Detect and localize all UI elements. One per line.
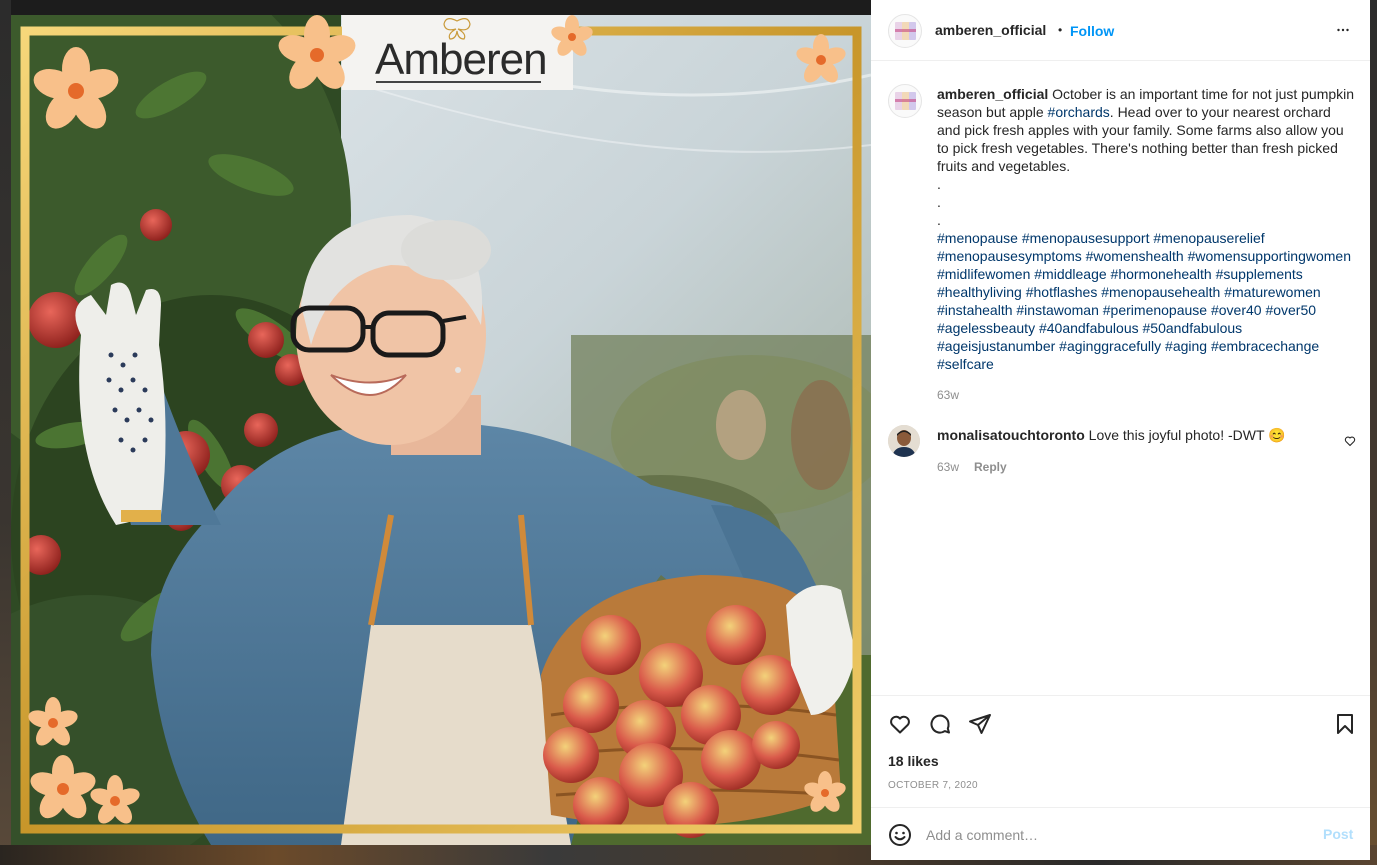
- header-separator: •: [1058, 23, 1063, 37]
- caption-hashtag-link[interactable]: #orchards: [1048, 104, 1110, 120]
- caption-timestamp[interactable]: 63w: [937, 388, 959, 402]
- post-date[interactable]: OCTOBER 7, 2020: [888, 780, 978, 791]
- comment-timestamp[interactable]: 63w: [937, 460, 959, 474]
- follow-button[interactable]: Follow: [1070, 23, 1114, 39]
- add-comment-bar: Post: [871, 807, 1370, 861]
- brand-logo: Amberen: [342, 15, 573, 90]
- commenter-avatar[interactable]: [888, 425, 920, 457]
- logo-underline: [376, 81, 541, 83]
- post-actions: 18 likes OCTOBER 7, 2020: [871, 695, 1370, 808]
- comment-body: Love this joyful photo! -DWT 😊: [1084, 427, 1286, 443]
- comment-icon[interactable]: [928, 712, 952, 736]
- header-username[interactable]: amberen_official: [935, 22, 1046, 38]
- share-icon[interactable]: [968, 712, 992, 736]
- caption-avatar[interactable]: [888, 84, 922, 118]
- comment-username[interactable]: monalisatouchtoronto: [937, 427, 1085, 443]
- avatar[interactable]: [888, 14, 922, 48]
- post-comment-button[interactable]: Post: [1323, 826, 1353, 842]
- likes-count[interactable]: 18 likes: [888, 753, 939, 769]
- backdrop-right: [1370, 0, 1377, 865]
- heart-icon[interactable]: [888, 712, 912, 736]
- comment: monalisatouchtoronto Love this joyful ph…: [937, 427, 1286, 444]
- caption-hashtags[interactable]: #menopause #menopausesupport #menopauser…: [937, 229, 1357, 373]
- comment-like-heart-icon[interactable]: [1344, 435, 1356, 447]
- more-horizontal-icon[interactable]: [1334, 21, 1352, 39]
- post-caption: amberen_official October is an important…: [937, 85, 1357, 373]
- emoji-icon[interactable]: [888, 823, 912, 847]
- post-details-panel: amberen_official • Follow amberen_offici…: [871, 0, 1370, 860]
- caption-dot: .: [937, 176, 941, 192]
- post-image[interactable]: Amberen: [11, 15, 871, 845]
- post-header: amberen_official • Follow: [871, 0, 1370, 61]
- add-comment-input[interactable]: [926, 824, 1306, 846]
- caption-dot: .: [937, 194, 941, 210]
- caption-username[interactable]: amberen_official: [937, 86, 1048, 102]
- reply-button[interactable]: Reply: [974, 460, 1007, 474]
- brand-logo-text: Amberen: [375, 35, 548, 84]
- post-photo-illustration: [11, 15, 871, 845]
- caption-dot: .: [937, 212, 941, 228]
- bookmark-icon[interactable]: [1333, 712, 1357, 736]
- backdrop-left: [0, 0, 11, 865]
